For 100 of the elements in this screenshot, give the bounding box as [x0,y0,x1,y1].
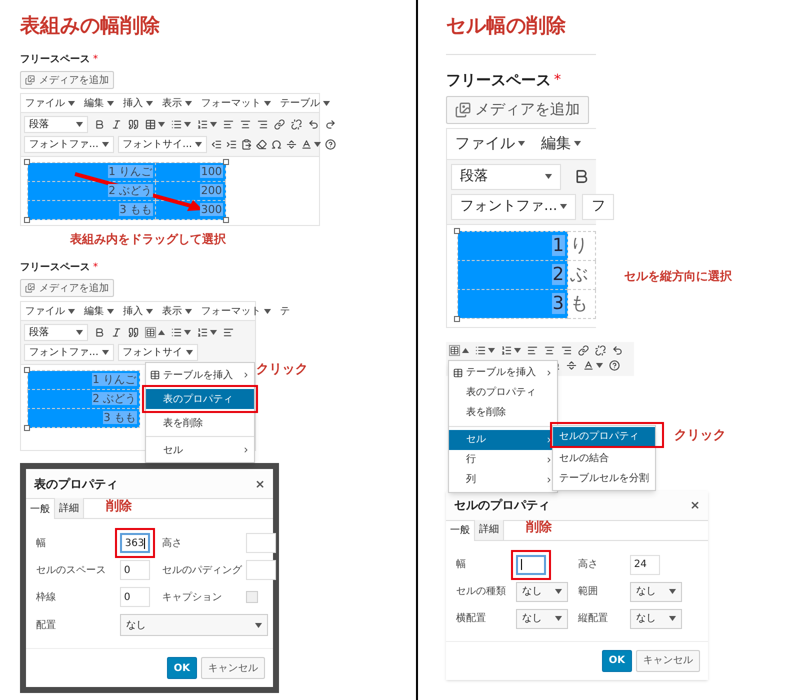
indent-icon[interactable] [226,139,238,150]
undo-icon[interactable] [612,344,623,356]
redo-icon[interactable] [325,119,336,130]
input-field[interactable] [516,554,546,574]
font-select[interactable]: フ [582,194,614,220]
menu-item[interactable]: 表を削除 [449,402,557,422]
dropdown[interactable]: なし [516,582,568,602]
quote-icon[interactable] [128,327,139,338]
bulleted-list-icon[interactable] [171,327,182,338]
font-select[interactable]: フォントサイ [118,344,198,361]
menu-item[interactable]: 表を削除 [146,413,254,433]
menu-item[interactable]: 表のプロパティ [146,389,254,409]
resize-handle[interactable] [223,159,229,165]
font-select[interactable]: フォントファ... [451,194,576,220]
horizontal-rule-icon[interactable] [286,139,298,150]
add-media-button[interactable]: メディアを追加 [20,71,114,89]
table-cell[interactable]: 1 りんご [28,162,156,182]
menu-bar-item[interactable]: テ [280,304,290,318]
align-center-icon[interactable] [240,119,251,130]
add-media-button[interactable]: メディアを追加 [20,279,114,297]
menu-item[interactable]: テーブルを挿入 [449,362,557,382]
help-icon[interactable] [325,139,336,150]
align-left-icon[interactable] [223,119,234,130]
menu-bar-item[interactable]: 編集 [541,132,581,155]
numbered-list-icon[interactable] [197,119,208,130]
undo-icon[interactable] [308,119,319,130]
font-select[interactable]: フォントファ... [24,136,114,153]
table-cell[interactable]: 2 ぶどう [28,390,140,408]
outdent-icon[interactable] [211,139,222,150]
input-field[interactable]: 0 [120,560,150,580]
table-icon[interactable] [145,119,156,130]
resize-handle[interactable] [454,228,460,234]
text-color-icon[interactable] [301,139,312,150]
menu-item[interactable]: セル [146,440,254,460]
table-cell[interactable]: り [568,231,596,260]
bold-icon[interactable] [94,327,105,338]
close-button[interactable]: × [254,474,265,492]
omega-icon[interactable] [271,139,282,150]
format-select[interactable]: 段落 [24,116,88,133]
ok-button[interactable]: OK [166,657,197,679]
resize-handle[interactable] [24,425,30,431]
menu-bar-item[interactable]: ファイル [25,304,75,318]
menu-bar-item[interactable]: ファイル [25,96,75,110]
font-select[interactable]: フォントファ... [24,344,114,361]
numbered-list-icon[interactable] [501,344,512,356]
table-cell[interactable]: 100 [156,162,226,182]
align-right-icon[interactable] [561,344,572,356]
table-cell[interactable]: 2 [458,260,568,289]
quote-icon[interactable] [128,119,139,130]
menu-bar-item[interactable]: 編集 [84,96,114,110]
menu-bar-item[interactable]: 挿入 [123,304,153,318]
add-media-button[interactable]: メディアを追加 [446,96,589,124]
resize-handle[interactable] [24,367,30,373]
format-select[interactable]: 段落 [451,164,561,190]
tab[interactable]: 詳細 [55,498,84,518]
menu-item[interactable]: セルの結合 [553,448,655,468]
bold-icon[interactable] [94,119,105,130]
horizontal-rule-icon[interactable] [566,360,577,370]
menu-bar-item[interactable]: フォーマット [201,96,271,110]
table-cell[interactable]: も [568,289,596,318]
menu-item[interactable]: セルのプロパティ [553,426,655,446]
dropdown[interactable]: なし [516,608,568,628]
table-cell[interactable]: 1 りんご [28,370,140,390]
bulleted-list-icon[interactable] [171,119,182,130]
tab[interactable]: 詳細 [475,520,504,540]
format-select[interactable]: 段落 [24,324,88,341]
menu-item[interactable]: テーブルを挿入 [146,365,254,385]
menu-bar-item[interactable]: テーブル [280,96,330,110]
align-center-icon[interactable] [544,344,555,356]
help-icon[interactable] [609,360,620,370]
checkbox[interactable] [246,591,258,603]
menu-item[interactable]: 表のプロパティ [449,382,557,402]
input-field[interactable]: 0 [120,587,150,607]
resize-handle[interactable] [24,159,30,165]
bulleted-list-icon[interactable] [475,344,486,356]
italic-icon[interactable] [111,327,122,338]
align-right-icon[interactable] [257,119,268,130]
menu-item[interactable]: テーブルセルを分割 [553,468,655,488]
table-cell[interactable]: 1 [458,231,568,260]
numbered-list-icon[interactable] [197,327,208,338]
dropdown[interactable]: なし [630,608,682,628]
table-cell[interactable]: 2 ぶどう [28,182,156,200]
menu-bar-item[interactable]: ファイル [455,132,525,155]
link-icon[interactable] [578,344,589,356]
input-field[interactable]: 24 [630,554,660,574]
menu-bar-item[interactable]: 表示 [162,96,192,110]
table-cell[interactable]: 3 もも [28,408,140,428]
text-color-icon[interactable] [583,360,594,370]
menu-bar-item[interactable]: 挿入 [123,96,153,110]
align-left-icon[interactable] [527,344,538,356]
align-left-icon[interactable] [223,327,234,338]
tab[interactable]: 一般 [26,499,55,519]
link-icon[interactable] [274,119,285,130]
resize-handle[interactable] [454,316,460,322]
resize-handle[interactable] [223,217,229,223]
clipboard-icon[interactable] [241,139,252,150]
menu-bar-item[interactable]: フォーマット [201,304,271,318]
menu-bar-item[interactable]: 編集 [84,304,114,318]
italic-icon[interactable] [111,119,122,130]
cancel-button[interactable]: キャンセル [636,650,700,672]
